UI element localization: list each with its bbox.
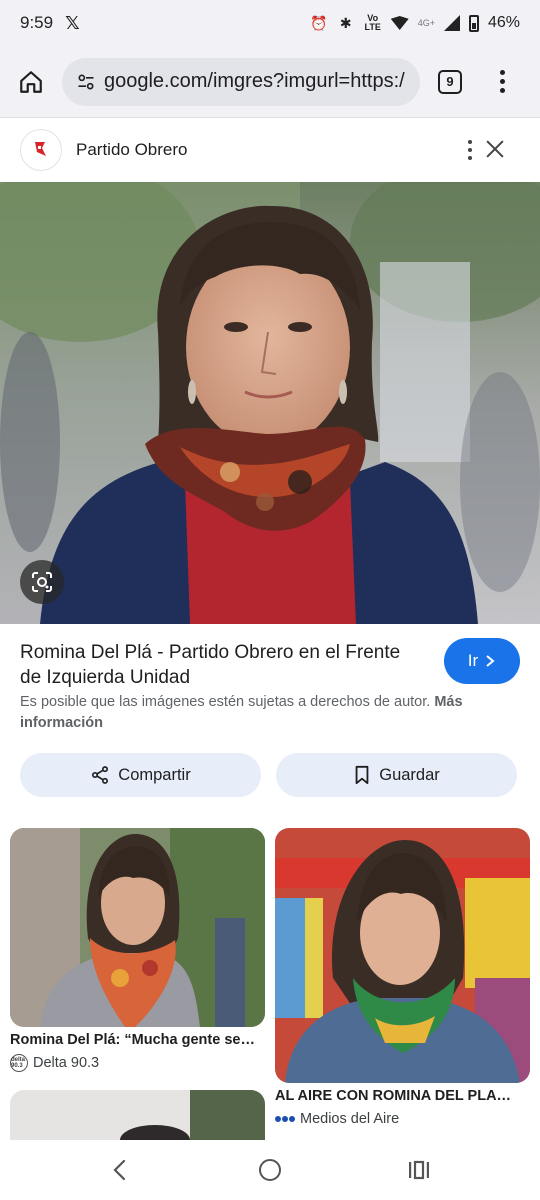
battery-icon bbox=[468, 14, 479, 32]
portrait-image bbox=[0, 182, 540, 624]
related-source: delta 90.3 Delta 90.3 bbox=[10, 1054, 99, 1072]
source-name[interactable]: Partido Obrero bbox=[76, 140, 188, 160]
visit-button-label: Ir bbox=[467, 651, 479, 670]
browser-toolbar: google.com/imgres?imgurl=https:/ 9 bbox=[0, 46, 540, 118]
source-logo-icon bbox=[275, 1116, 295, 1122]
recent-apps-icon[interactable] bbox=[408, 1160, 430, 1180]
lens-search-button[interactable] bbox=[20, 560, 64, 604]
main-image[interactable] bbox=[0, 182, 540, 624]
save-button[interactable]: Guardar bbox=[276, 753, 517, 797]
source-more-button[interactable] bbox=[468, 140, 472, 160]
status-time: 9:59 bbox=[20, 13, 54, 32]
copyright-text: Es posible que las imágenes estén sujeta… bbox=[20, 694, 431, 710]
tab-switcher-button[interactable]: 9 bbox=[438, 69, 462, 94]
alarm-icon: ⏰ bbox=[309, 14, 328, 31]
related-thumbnail bbox=[275, 828, 530, 1083]
visit-button[interactable]: Ir bbox=[444, 638, 520, 684]
system-navigation-bar bbox=[0, 1140, 540, 1200]
close-icon[interactable] bbox=[484, 138, 506, 160]
share-button[interactable]: Compartir bbox=[20, 753, 261, 797]
bluetooth-icon: ✱ bbox=[339, 14, 352, 31]
status-bar: 9:59 𝕏 ⏰ ✱ Vo LTE 4G+ 46% bbox=[0, 0, 540, 46]
bookmark-icon bbox=[355, 765, 369, 785]
related-source-name: Medios del Aire bbox=[300, 1111, 400, 1127]
share-icon bbox=[92, 766, 109, 784]
related-source: Medios del Aire bbox=[275, 1111, 399, 1127]
source-favicon bbox=[20, 129, 62, 171]
save-label: Guardar bbox=[379, 765, 440, 784]
wifi-icon bbox=[390, 16, 409, 30]
related-thumbnail bbox=[10, 828, 265, 1027]
source-logo-icon: delta 90.3 bbox=[10, 1054, 28, 1072]
related-source-name: Delta 90.3 bbox=[33, 1055, 100, 1071]
signal-icon bbox=[443, 15, 460, 31]
url-text: google.com/imgres?imgurl=https:/ bbox=[104, 70, 405, 92]
browser-menu-button[interactable] bbox=[500, 70, 505, 93]
volte-label: Vo LTE bbox=[364, 13, 381, 32]
home-button[interactable] bbox=[12, 63, 50, 101]
source-header: Partido Obrero bbox=[0, 118, 540, 182]
site-settings-icon[interactable] bbox=[74, 70, 98, 94]
x-logo-icon: 𝕏 bbox=[65, 12, 80, 33]
related-card[interactable] bbox=[10, 1090, 265, 1140]
related-card[interactable]: AL AIRE CON ROMINA DEL PLA… Medios del A… bbox=[275, 828, 530, 1132]
related-caption: AL AIRE CON ROMINA DEL PLA… bbox=[275, 1088, 512, 1104]
address-bar[interactable]: google.com/imgres?imgurl=https:/ bbox=[62, 57, 420, 106]
home-icon bbox=[20, 70, 42, 93]
related-caption: Romina Del Plá: “Mucha gente se… bbox=[10, 1032, 255, 1048]
chevron-right-icon bbox=[486, 655, 495, 667]
result-title[interactable]: Romina Del Plá - Partido Obrero en el Fr… bbox=[20, 640, 420, 690]
google-lens-icon bbox=[32, 572, 52, 592]
share-label: Compartir bbox=[118, 765, 191, 784]
battery-percent: 46% bbox=[487, 14, 520, 31]
related-card[interactable]: Romina Del Plá: “Mucha gente se… delta 9… bbox=[10, 828, 265, 1078]
copyright-notice: Es posible que las imágenes estén sujeta… bbox=[20, 692, 520, 734]
back-icon[interactable] bbox=[110, 1158, 130, 1182]
home-nav-button[interactable] bbox=[259, 1159, 281, 1181]
related-thumbnail bbox=[10, 1090, 265, 1140]
network-type-label: 4G+ bbox=[417, 17, 435, 28]
